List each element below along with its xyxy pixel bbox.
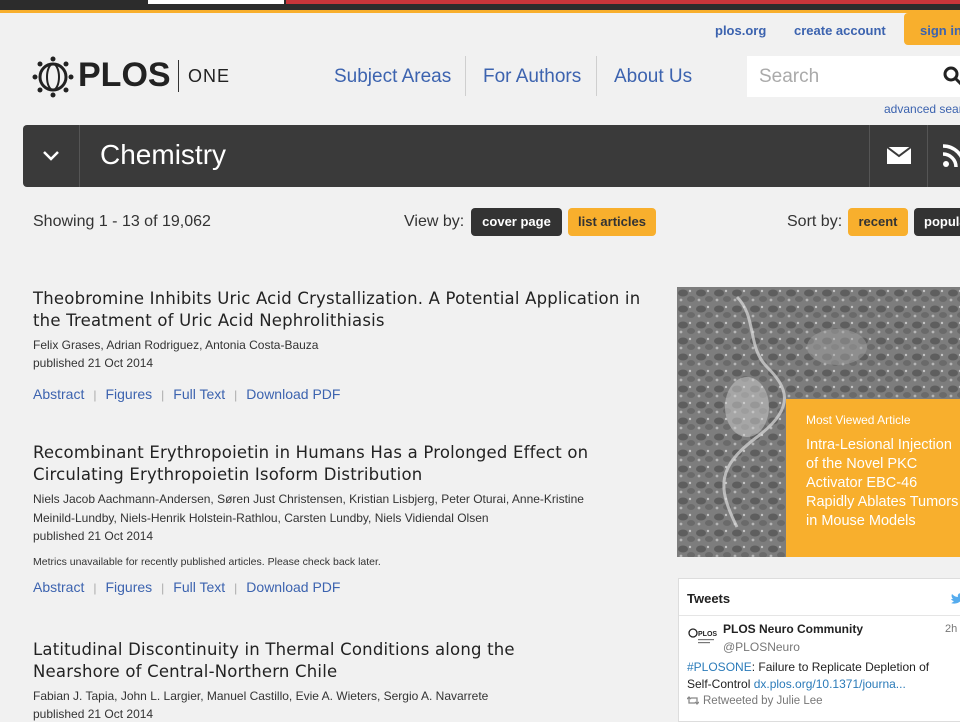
view-cover-page-button[interactable]: cover page bbox=[471, 208, 562, 236]
link-separator: | bbox=[234, 581, 237, 595]
full-text-link[interactable]: Full Text bbox=[173, 386, 225, 402]
category-bar: Chemistry bbox=[23, 125, 960, 187]
view-by-label: View by: bbox=[404, 213, 464, 231]
link-separator: | bbox=[161, 581, 164, 595]
search-box bbox=[747, 56, 960, 97]
tweet-author-handle[interactable]: @PLOSNeuro bbox=[723, 640, 800, 654]
nav-about-us[interactable]: About Us bbox=[614, 66, 692, 88]
article-links: Abstract | Figures | Full Text | Download PDF bbox=[33, 386, 643, 402]
logo-brand: PLOS bbox=[78, 56, 171, 95]
top-strip-tab bbox=[148, 0, 284, 4]
article-title[interactable]: Latitudinal Discontinuity in Thermal Con… bbox=[33, 639, 563, 683]
sort-by-label: Sort by: bbox=[787, 213, 842, 231]
tweet-time[interactable]: 2h bbox=[945, 623, 957, 635]
tweet-author-name[interactable]: PLOS Neuro Community bbox=[723, 622, 863, 636]
top-strip-tab bbox=[286, 0, 960, 4]
sort-recent-button[interactable]: recent bbox=[848, 208, 908, 236]
sort-popular-button[interactable]: popular bbox=[914, 208, 960, 236]
nav-divider bbox=[465, 56, 466, 96]
email-alert-button[interactable] bbox=[869, 125, 928, 187]
advanced-search-link[interactable]: advanced search bbox=[884, 102, 960, 116]
article-item: Theobromine Inhibits Uric Acid Crystalli… bbox=[33, 288, 643, 402]
svg-text:PLOS: PLOS bbox=[698, 631, 717, 638]
download-pdf-link[interactable]: Download PDF bbox=[246, 579, 340, 595]
feature-label: Most Viewed Article bbox=[806, 413, 911, 427]
rss-icon bbox=[942, 144, 960, 168]
tweets-header: Tweets bbox=[687, 591, 730, 606]
top-strip bbox=[0, 0, 960, 13]
category-toggle-button[interactable] bbox=[23, 125, 80, 187]
article-title[interactable]: Recombinant Erythropoietin in Humans Has… bbox=[33, 442, 643, 486]
article-authors: Felix Grases, Adrian Rodriguez, Antonia … bbox=[33, 336, 643, 355]
download-pdf-link[interactable]: Download PDF bbox=[246, 386, 340, 402]
article-published: published 21 Oct 2014 bbox=[33, 356, 643, 370]
feature-overlay: Most Viewed Article Intra-Lesional Injec… bbox=[786, 399, 960, 557]
article-authors: Fabian J. Tapia, John L. Largier, Manuel… bbox=[33, 687, 643, 706]
plos-logo-icon bbox=[32, 56, 74, 98]
link-separator: | bbox=[161, 388, 164, 402]
retweet-info: Retweeted by Julie Lee bbox=[687, 695, 823, 707]
nav-for-authors[interactable]: For Authors bbox=[483, 66, 581, 88]
rss-button[interactable] bbox=[927, 125, 960, 187]
tweets-widget: Tweets PLOS PLOS Neuro Community @PLOSNe… bbox=[678, 578, 960, 722]
tweet-link[interactable]: dx.plos.org/10.1371/journa... bbox=[754, 677, 906, 691]
article-published: published 21 Oct 2014 bbox=[33, 707, 643, 721]
abstract-link[interactable]: Abstract bbox=[33, 579, 84, 595]
article-links: Abstract | Figures | Full Text | Download PDF bbox=[33, 579, 643, 595]
utility-links: plos.org create account bbox=[0, 13, 960, 53]
retweet-label: Retweeted by Julie Lee bbox=[703, 695, 823, 707]
article-item: Latitudinal Discontinuity in Thermal Con… bbox=[33, 639, 643, 721]
nav-divider bbox=[596, 56, 597, 96]
article-published: published 21 Oct 2014 bbox=[33, 529, 643, 543]
plos-org-link[interactable]: plos.org bbox=[715, 23, 766, 38]
link-separator: | bbox=[93, 388, 96, 402]
article-metrics-note: Metrics unavailable for recently publish… bbox=[33, 556, 643, 568]
category-title: Chemistry bbox=[100, 139, 226, 171]
tweet-hashtag[interactable]: #PLOSONE bbox=[687, 660, 752, 674]
link-separator: | bbox=[93, 581, 96, 595]
tweets-divider bbox=[679, 615, 960, 616]
view-list-articles-button[interactable]: list articles bbox=[568, 208, 656, 236]
figures-link[interactable]: Figures bbox=[105, 579, 152, 595]
envelope-icon bbox=[887, 147, 911, 164]
retweet-icon bbox=[687, 696, 699, 705]
article-authors: Niels Jacob Aachmann-Andersen, Søren Jus… bbox=[33, 490, 613, 528]
most-viewed-article-card[interactable]: Most Viewed Article Intra-Lesional Injec… bbox=[677, 287, 960, 557]
article-item: Recombinant Erythropoietin in Humans Has… bbox=[33, 442, 643, 595]
search-icon[interactable] bbox=[943, 66, 960, 86]
sign-in-label: sign in bbox=[920, 23, 960, 38]
results-count: Showing 1 - 13 of 19,062 bbox=[33, 213, 211, 231]
full-text-link[interactable]: Full Text bbox=[173, 579, 225, 595]
tweet-text: #PLOSONE: Failure to Replicate Depletion… bbox=[687, 659, 955, 693]
chevron-down-icon bbox=[42, 150, 60, 162]
nav-subject-areas[interactable]: Subject Areas bbox=[334, 66, 451, 88]
logo-journal: ONE bbox=[188, 66, 230, 87]
sign-in-button[interactable]: sign in bbox=[904, 13, 960, 45]
avatar[interactable]: PLOS bbox=[687, 625, 717, 647]
twitter-bird-icon[interactable] bbox=[951, 593, 960, 605]
article-title[interactable]: Theobromine Inhibits Uric Acid Crystalli… bbox=[33, 288, 643, 332]
logo-divider bbox=[178, 60, 179, 92]
link-separator: | bbox=[234, 388, 237, 402]
figures-link[interactable]: Figures bbox=[105, 386, 152, 402]
abstract-link[interactable]: Abstract bbox=[33, 386, 84, 402]
search-input[interactable] bbox=[757, 65, 931, 89]
feature-title[interactable]: Intra-Lesional Injection of the Novel PK… bbox=[806, 436, 960, 531]
create-account-link[interactable]: create account bbox=[794, 23, 886, 38]
